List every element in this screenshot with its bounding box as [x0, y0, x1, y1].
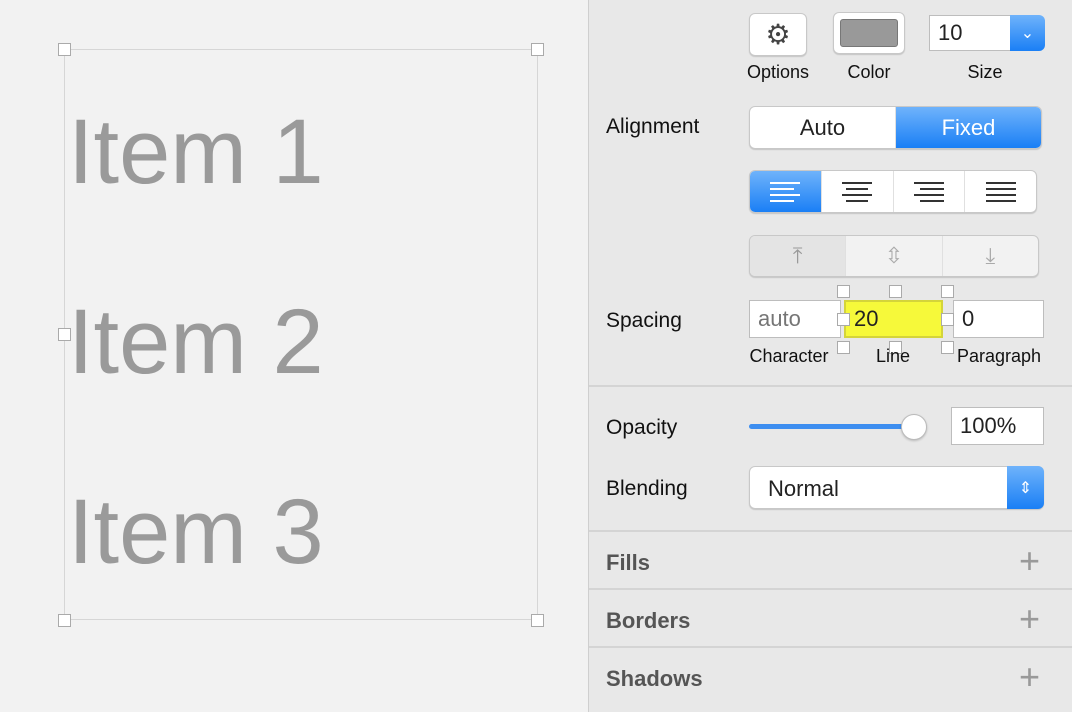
- align-center-icon: [842, 181, 873, 202]
- blending-select[interactable]: Normal: [749, 466, 1044, 509]
- align-top-button[interactable]: ⤒: [750, 236, 847, 276]
- resize-handle[interactable]: [837, 313, 850, 326]
- resize-handle[interactable]: [941, 285, 954, 298]
- divider: [589, 530, 1072, 532]
- opacity-slider-thumb[interactable]: [901, 414, 927, 440]
- resize-handle[interactable]: [58, 614, 71, 627]
- borders-section-header: Borders: [606, 608, 691, 633]
- vertical-align-control: ⤒ ⇳ ⤓: [749, 235, 1039, 277]
- align-right-button[interactable]: [894, 171, 966, 212]
- alignment-mode-control: Auto Fixed: [749, 106, 1042, 149]
- chevron-down-icon: ⌄: [1020, 25, 1035, 42]
- text-item-3[interactable]: Item 3: [68, 486, 324, 578]
- size-dropdown-button[interactable]: ⌄: [1010, 15, 1045, 51]
- gear-icon: ⚙: [765, 19, 791, 50]
- add-border-button[interactable]: +: [1019, 601, 1040, 637]
- alignment-auto-option[interactable]: Auto: [750, 107, 896, 148]
- fills-section-header: Fills: [606, 550, 651, 575]
- align-bottom-button[interactable]: ⤓: [943, 236, 1038, 276]
- resize-handle[interactable]: [531, 614, 544, 627]
- opacity-input[interactable]: 100%: [951, 407, 1044, 445]
- color-label: Color: [847, 62, 891, 82]
- alignment-label: Alignment: [606, 115, 700, 138]
- add-fill-button[interactable]: +: [1019, 543, 1040, 579]
- spacing-label: Spacing: [606, 309, 682, 332]
- align-left-button[interactable]: [750, 171, 822, 212]
- size-label: Size: [967, 62, 1003, 82]
- resize-handle[interactable]: [837, 285, 850, 298]
- shadows-section-header: Shadows: [606, 666, 703, 691]
- blending-value: Normal: [768, 476, 839, 501]
- blending-label: Blending: [606, 477, 688, 500]
- align-right-icon: [913, 181, 944, 202]
- color-well[interactable]: [833, 12, 905, 54]
- text-align-control: [749, 170, 1037, 213]
- resize-handle[interactable]: [58, 43, 71, 56]
- canvas[interactable]: Item 1 Item 2 Item 3: [0, 0, 588, 712]
- align-top-icon: ⤒: [792, 243, 803, 268]
- blending-stepper[interactable]: ⇕: [1007, 466, 1044, 509]
- character-spacing-input[interactable]: [749, 300, 841, 338]
- chevron-up-down-icon: ⇕: [1018, 479, 1033, 497]
- align-middle-button[interactable]: ⇳: [846, 236, 943, 276]
- align-justify-icon: [985, 181, 1016, 202]
- opacity-label: Opacity: [606, 416, 678, 439]
- align-middle-icon: ⇳: [884, 243, 904, 268]
- add-shadow-button[interactable]: +: [1019, 659, 1040, 695]
- size-input[interactable]: 10: [929, 15, 1011, 51]
- align-center-button[interactable]: [822, 171, 894, 212]
- resize-handle[interactable]: [889, 285, 902, 298]
- align-left-icon: [770, 181, 801, 202]
- inspector-panel: ⚙ Options Color 10 ⌄ Size Alignment Auto…: [588, 0, 1072, 712]
- align-justify-button[interactable]: [965, 171, 1036, 212]
- options-label: Options: [746, 62, 810, 82]
- paragraph-label: Paragraph: [956, 346, 1042, 366]
- text-item-2[interactable]: Item 2: [68, 296, 324, 388]
- resize-handle[interactable]: [531, 43, 544, 56]
- alignment-fixed-option[interactable]: Fixed: [896, 107, 1041, 148]
- character-label: Character: [749, 346, 829, 366]
- opacity-slider-track[interactable]: [749, 424, 914, 429]
- line-spacing-input[interactable]: 20: [844, 300, 943, 338]
- divider: [589, 646, 1072, 648]
- align-bottom-icon: ⤓: [985, 243, 996, 268]
- color-swatch: [840, 19, 898, 47]
- line-label: Line: [875, 346, 911, 366]
- paragraph-spacing-input[interactable]: 0: [953, 300, 1044, 338]
- divider: [589, 588, 1072, 590]
- text-item-1[interactable]: Item 1: [68, 106, 324, 198]
- resize-handle[interactable]: [941, 313, 954, 326]
- divider: [589, 385, 1072, 387]
- options-button[interactable]: ⚙: [749, 13, 807, 56]
